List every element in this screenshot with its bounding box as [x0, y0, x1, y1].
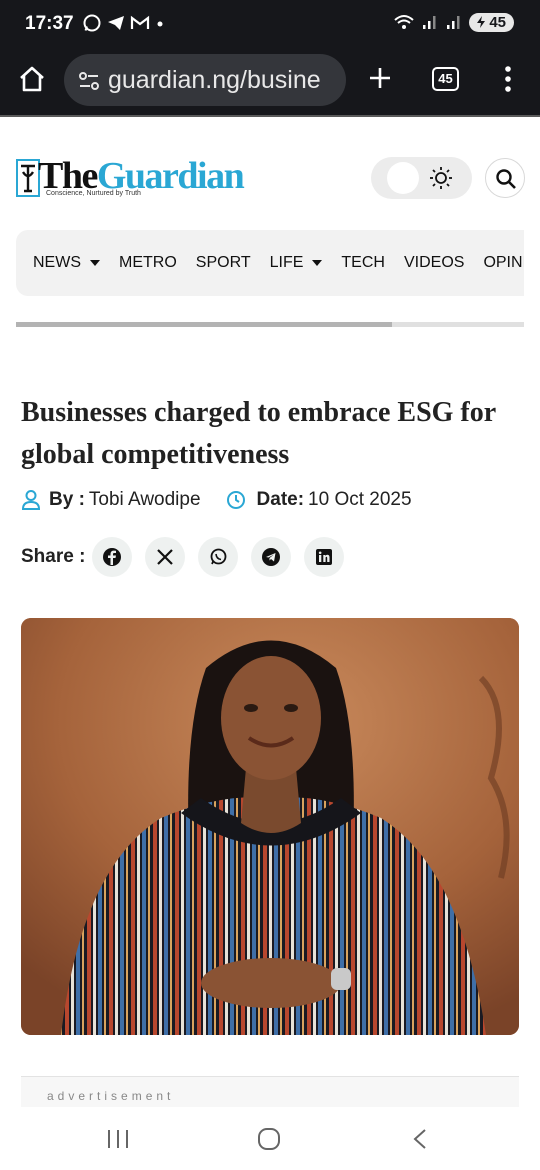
share-facebook-button[interactable]: [92, 537, 133, 577]
caret-down-icon: [312, 260, 323, 266]
url-text[interactable]: guardian.ng/busine: [108, 66, 321, 95]
nav-item-label: TECH: [341, 254, 385, 271]
home-nav-icon[interactable]: [256, 1127, 282, 1151]
home-icon: [20, 66, 44, 92]
clock-icon: [226, 491, 245, 509]
nav-item-opinion[interactable]: OPINION: [483, 254, 524, 272]
nav-item-metro[interactable]: METRO: [119, 254, 177, 272]
toolbar-divider: [0, 115, 540, 117]
share-x-button[interactable]: [145, 537, 186, 577]
date-label: Date:: [256, 489, 305, 510]
share-label: Share :: [21, 546, 86, 567]
reading-progress-fill: [16, 322, 392, 327]
signal-icon: [423, 16, 436, 29]
article-meta: By : Tobi Awodipe Date: 10 Oct 2025: [21, 489, 412, 511]
system-icons: 45: [393, 12, 514, 32]
home-button[interactable]: [16, 63, 48, 95]
telegram-icon: [108, 16, 124, 30]
search-icon: [496, 169, 516, 189]
guardian-emblem-icon: [16, 159, 40, 197]
sun-icon: [430, 167, 452, 189]
facebook-icon: [103, 548, 122, 566]
nav-item-videos[interactable]: VIDEOS: [404, 254, 464, 272]
article-image: [21, 618, 519, 1035]
author-name[interactable]: Tobi Awodipe: [89, 489, 201, 511]
nav-items: NEWS METRO SPORT LIFE TECH VIDEOS OPINION: [33, 254, 524, 272]
nav-item-news[interactable]: NEWS: [33, 254, 100, 272]
back-icon[interactable]: [410, 1127, 430, 1151]
whatsapp-icon: [83, 14, 101, 32]
nav-item-label: LIFE: [269, 254, 304, 271]
status-bar: 17:37 45: [0, 0, 540, 50]
article-headline: Businesses charged to embrace ESG for gl…: [21, 397, 496, 470]
nav-item-label: VIDEOS: [403, 254, 465, 271]
battery-level: 45: [489, 13, 506, 31]
search-button[interactable]: [485, 158, 525, 198]
nav-item-sport[interactable]: SPORT: [196, 254, 251, 272]
main-nav: NEWS METRO SPORT LIFE TECH VIDEOS OPINION: [16, 230, 524, 296]
featured-portrait-image: [21, 618, 519, 1035]
share-telegram-button[interactable]: [251, 537, 292, 577]
battery-saver-icon: [477, 16, 486, 28]
toggle-knob: [387, 162, 419, 194]
linkedin-icon: [316, 549, 333, 565]
tab-switcher-button[interactable]: 45: [432, 67, 459, 91]
nav-item-life[interactable]: LIFE: [270, 254, 323, 272]
reading-progress: [16, 322, 524, 327]
plus-icon: [370, 68, 390, 88]
battery-indicator: 45: [469, 12, 514, 32]
status-time: 17:37: [25, 13, 74, 34]
wifi-icon: [394, 15, 414, 29]
nav-item-tech[interactable]: TECH: [341, 254, 385, 272]
advertisement-label: advertisement: [47, 1089, 175, 1103]
nav-item-label: OPINION: [483, 254, 524, 271]
notification-icons: [82, 13, 166, 33]
browser-toolbar: guardian.ng/busine 45: [0, 50, 540, 116]
more-vertical-icon: [505, 66, 511, 92]
browser-menu-button[interactable]: [498, 64, 518, 94]
advertisement-slot: advertisement: [21, 1077, 519, 1107]
x-icon: [157, 549, 174, 565]
nav-item-label: METRO: [119, 254, 177, 271]
share-bar: Share :: [21, 537, 357, 577]
theme-toggle[interactable]: [371, 157, 472, 199]
site-settings-icon[interactable]: [78, 71, 100, 91]
new-tab-button[interactable]: [364, 62, 396, 94]
caret-down-icon: [90, 260, 100, 266]
telegram-icon: [262, 548, 281, 566]
by-label: By :: [49, 489, 85, 510]
share-linkedin-button[interactable]: [304, 537, 345, 577]
nav-item-label: NEWS: [33, 254, 81, 271]
whatsapp-icon: [211, 548, 227, 565]
site-logo[interactable]: TheGuardian Conscience, Nurtured by Trut…: [16, 156, 266, 204]
address-bar[interactable]: guardian.ng/busine: [64, 54, 346, 106]
logo-tagline: Conscience, Nurtured by Truth: [46, 190, 141, 197]
nav-item-label: SPORT: [195, 254, 251, 271]
signal-icon: [447, 16, 460, 29]
user-icon: [21, 490, 41, 510]
gmail-icon: [130, 15, 150, 29]
share-whatsapp-button[interactable]: [198, 537, 239, 577]
recent-apps-icon[interactable]: [106, 1127, 130, 1151]
system-navigation-bar: [0, 1107, 540, 1170]
article-date: 10 Oct 2025: [308, 489, 412, 510]
dot-icon: [157, 21, 163, 27]
